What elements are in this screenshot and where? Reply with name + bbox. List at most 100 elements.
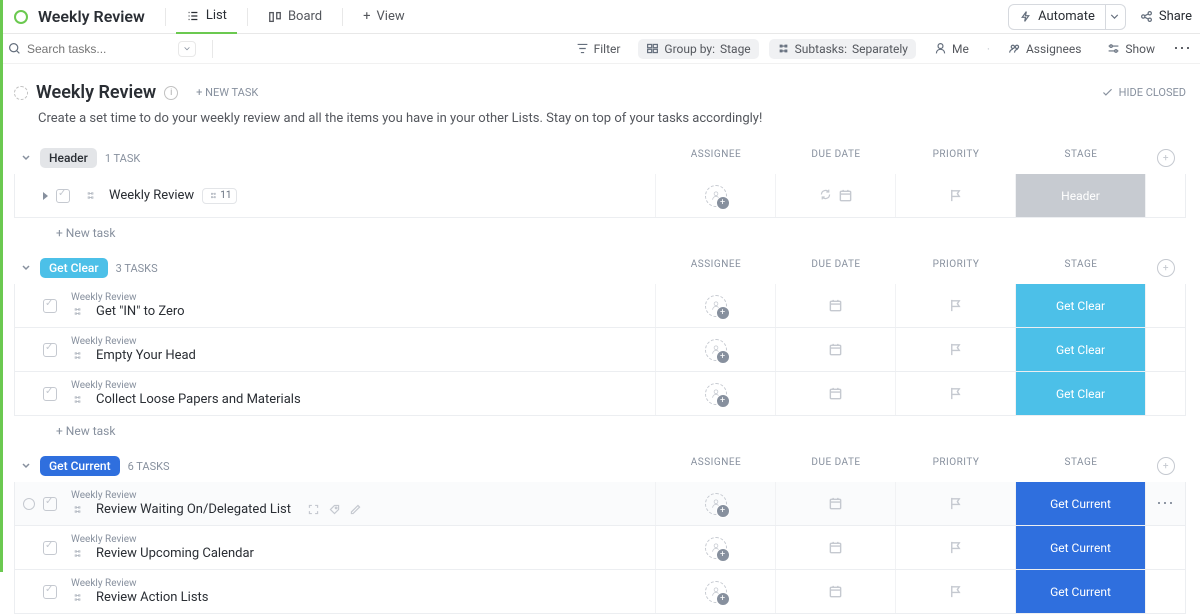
stage-cell[interactable]: Get Current <box>1015 482 1145 525</box>
subtasks-button[interactable]: Subtasks: Separately <box>769 39 916 59</box>
group-pill[interactable]: Get Clear <box>40 258 108 278</box>
tab-list[interactable]: List <box>176 0 237 34</box>
priority-cell[interactable] <box>895 570 1015 613</box>
add-column-button[interactable]: + <box>1157 457 1175 475</box>
collapse-icon[interactable] <box>20 152 32 164</box>
task-row[interactable]: Weekly ReviewReview Action Lists Get Cur… <box>14 570 1186 614</box>
assignee-avatar[interactable] <box>705 339 727 361</box>
col-assignee[interactable]: Assignee <box>656 149 776 167</box>
new-task-header[interactable]: + NEW TASK <box>196 86 258 99</box>
row-more-menu[interactable]: ⋯ <box>1156 495 1175 513</box>
col-stage[interactable]: Stage <box>1016 149 1146 167</box>
priority-cell[interactable] <box>895 482 1015 525</box>
col-stage[interactable]: Stage <box>1016 457 1146 475</box>
expand-icon[interactable] <box>307 503 320 516</box>
task-row[interactable]: Weekly ReviewReview Upcoming Calendar Ge… <box>14 526 1186 570</box>
stage-cell[interactable]: Get Current <box>1015 526 1145 569</box>
expand-triangle-icon[interactable] <box>43 192 48 200</box>
more-menu[interactable]: ⋯ <box>1173 40 1192 58</box>
task-checkbox[interactable] <box>43 497 57 511</box>
search-box[interactable] <box>8 42 168 56</box>
due-cell[interactable] <box>775 482 895 525</box>
task-row[interactable]: Weekly ReviewReview Waiting On/Delegated… <box>14 482 1186 526</box>
due-cell[interactable] <box>775 328 895 371</box>
calendar-icon[interactable] <box>828 386 843 401</box>
task-row[interactable]: Weekly Review11 Header <box>14 174 1186 218</box>
task-row[interactable]: Weekly ReviewGet "IN" to Zero Get Clear <box>14 284 1186 328</box>
col-due[interactable]: Due date <box>776 259 896 277</box>
task-checkbox[interactable] <box>43 343 57 357</box>
due-cell[interactable] <box>775 372 895 415</box>
info-icon[interactable]: i <box>164 86 178 100</box>
add-task-button[interactable]: + New task <box>14 218 1186 240</box>
due-cell[interactable] <box>775 570 895 613</box>
calendar-icon[interactable] <box>828 342 843 357</box>
task-checkbox[interactable] <box>43 585 57 599</box>
collapse-icon[interactable] <box>20 460 32 472</box>
search-input[interactable] <box>27 42 127 56</box>
col-due[interactable]: Due date <box>776 149 896 167</box>
due-cell[interactable] <box>775 526 895 569</box>
col-priority[interactable]: Priority <box>896 457 1016 475</box>
assignee-cell[interactable] <box>655 570 775 613</box>
edit-icon[interactable] <box>349 503 362 516</box>
search-expand[interactable] <box>178 41 196 57</box>
list-color-icon[interactable] <box>14 10 28 24</box>
assignee-avatar[interactable] <box>705 537 727 559</box>
task-checkbox[interactable] <box>43 299 57 313</box>
hide-closed-toggle[interactable]: HIDE CLOSED <box>1101 86 1186 99</box>
group-pill[interactable]: Header <box>40 148 97 168</box>
col-priority[interactable]: Priority <box>896 259 1016 277</box>
col-stage[interactable]: Stage <box>1016 259 1146 277</box>
col-due[interactable]: Due date <box>776 457 896 475</box>
assignee-cell[interactable] <box>655 372 775 415</box>
add-task-button[interactable]: + New task <box>14 416 1186 438</box>
col-assignee[interactable]: Assignee <box>656 259 776 277</box>
task-checkbox[interactable] <box>43 541 57 555</box>
add-column-button[interactable]: + <box>1157 259 1175 277</box>
stage-cell[interactable]: Get Current <box>1015 570 1145 613</box>
me-button[interactable]: Me <box>926 39 977 59</box>
stage-cell[interactable]: Get Clear <box>1015 328 1145 371</box>
subtask-count-badge[interactable]: 11 <box>202 188 237 204</box>
assignee-cell[interactable] <box>655 526 775 569</box>
calendar-icon[interactable] <box>828 584 843 599</box>
automate-caret[interactable] <box>1104 4 1126 30</box>
priority-cell[interactable] <box>895 372 1015 415</box>
priority-cell[interactable] <box>895 526 1015 569</box>
calendar-icon[interactable] <box>828 496 843 511</box>
col-priority[interactable]: Priority <box>896 149 1016 167</box>
priority-cell[interactable] <box>895 284 1015 327</box>
tag-icon[interactable] <box>328 503 341 516</box>
col-assignee[interactable]: Assignee <box>656 457 776 475</box>
assignee-avatar[interactable] <box>705 383 727 405</box>
show-button[interactable]: Show <box>1099 39 1163 59</box>
calendar-icon[interactable] <box>828 298 843 313</box>
share-button[interactable]: Share <box>1140 9 1192 24</box>
tab-board[interactable]: Board <box>258 0 332 34</box>
priority-cell[interactable] <box>895 174 1015 217</box>
assignee-cell[interactable] <box>655 174 775 217</box>
calendar-icon[interactable] <box>828 540 843 555</box>
assignee-avatar[interactable] <box>705 581 727 603</box>
assignee-cell[interactable] <box>655 284 775 327</box>
priority-cell[interactable] <box>895 328 1015 371</box>
task-checkbox[interactable] <box>56 189 70 203</box>
recurring-icon[interactable] <box>819 188 832 201</box>
collapse-icon[interactable] <box>20 262 32 274</box>
due-cell[interactable] <box>775 284 895 327</box>
assignee-cell[interactable] <box>655 482 775 525</box>
group-pill[interactable]: Get Current <box>40 456 120 476</box>
tab-add-view[interactable]: + View <box>353 0 415 34</box>
task-row[interactable]: Weekly ReviewCollect Loose Papers and Ma… <box>14 372 1186 416</box>
assignee-cell[interactable] <box>655 328 775 371</box>
task-row[interactable]: Weekly ReviewEmpty Your Head Get Clear <box>14 328 1186 372</box>
assignee-avatar[interactable] <box>705 185 727 207</box>
due-cell[interactable] <box>775 174 895 217</box>
add-column-button[interactable]: + <box>1157 149 1175 167</box>
assignees-button[interactable]: Assignees <box>1000 39 1089 59</box>
stage-cell[interactable]: Get Clear <box>1015 284 1145 327</box>
stage-cell[interactable]: Header <box>1015 174 1145 217</box>
assignee-avatar[interactable] <box>705 295 727 317</box>
filter-button[interactable]: Filter <box>568 39 629 59</box>
